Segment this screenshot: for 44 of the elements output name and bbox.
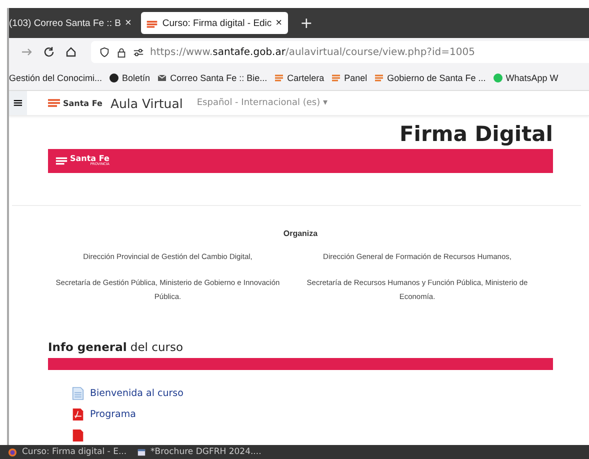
stripes-icon <box>374 73 384 83</box>
url-text: https://www.santafe.gob.ar/aulavirtual/course/view.php?id=1005 <box>150 46 475 58</box>
bookmark[interactable]: Gobierno de Santa Fe ... <box>374 73 486 83</box>
course-title: Firma Digital <box>398 122 553 146</box>
bookmark[interactable]: Cartelera <box>274 73 324 83</box>
new-tab-button[interactable]: + <box>300 14 313 32</box>
stripes-icon <box>146 18 158 28</box>
home-icon[interactable] <box>65 46 77 58</box>
bookmark[interactable]: Panel <box>331 73 368 83</box>
address-field[interactable]: https://www.santafe.gob.ar/aulavirtual/course/view.php?id=1005 <box>91 41 589 63</box>
close-button[interactable]: × <box>124 17 132 29</box>
document-icon <box>136 448 146 456</box>
taskbar-item[interactable]: Curso: Firma digital - E... <box>8 447 127 457</box>
page-icon <box>72 386 84 401</box>
bookmark[interactable]: Correo Santa Fe :: Bie... <box>157 73 268 83</box>
site-title[interactable]: Aula Virtual <box>110 96 183 110</box>
chat-bubble-icon <box>492 73 503 83</box>
stripes-icon <box>274 73 284 83</box>
mail-icon <box>157 73 168 83</box>
browser-icon <box>8 448 17 456</box>
taskbar-item[interactable]: *Brochure DGFRH 2024.... <box>136 447 262 457</box>
permissions-icon <box>133 46 144 58</box>
lock-icon <box>116 46 127 58</box>
bookmark[interactable]: Boletín <box>109 73 150 83</box>
resource-link[interactable]: Bienvenida al curso <box>90 388 184 399</box>
pdf-icon <box>72 407 84 422</box>
browser-tab[interactable]: (103) Correo Santa Fe :: B × <box>9 12 138 34</box>
pdf-icon <box>72 428 84 443</box>
menu-button[interactable]: ≡ <box>9 91 27 115</box>
tab-title: Curso: Firma digital - Edic <box>162 18 272 28</box>
section-heading: Info general del curso <box>48 340 184 354</box>
bookmark[interactable]: WhatsApp W <box>492 73 558 83</box>
site-logo[interactable]: Santa Fe <box>47 98 102 108</box>
resource-link[interactable]: Programa <box>90 409 136 420</box>
close-button[interactable]: × <box>276 17 282 29</box>
language-menu[interactable]: Español - Internacional (es) ▾ <box>196 98 328 108</box>
shield-icon <box>99 46 110 58</box>
reload-icon[interactable] <box>43 46 55 58</box>
stripes-icon <box>331 73 342 83</box>
section-heading: Organiza <box>282 229 319 238</box>
tab-title: (103) Correo Santa Fe :: B <box>9 18 121 28</box>
bookmark[interactable]: Gestión del Conocimi... <box>9 73 102 83</box>
forward-icon[interactable] <box>21 46 33 58</box>
browser-tab[interactable]: Curso: Firma digital - Edic × <box>141 12 288 34</box>
